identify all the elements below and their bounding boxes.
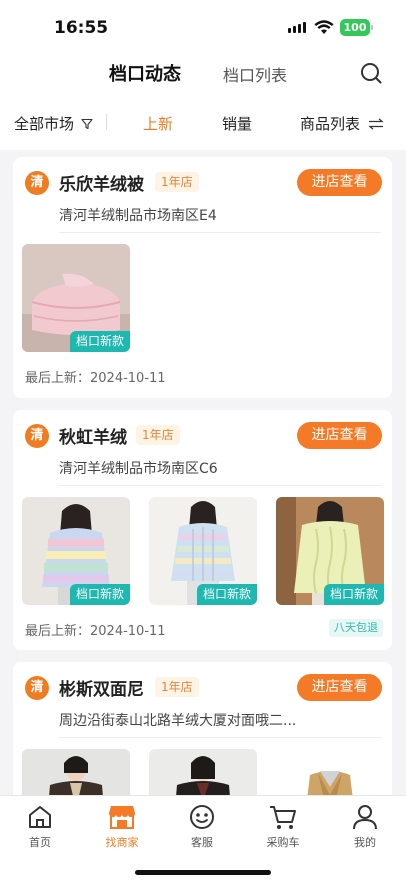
search-icon[interactable] [359, 61, 383, 85]
wifi-icon [314, 20, 334, 34]
years-tag: 1年店 [155, 172, 199, 192]
nav-home[interactable]: 首页 [10, 804, 70, 850]
product-list-label: 商品列表 [300, 115, 361, 133]
enter-shop-button[interactable]: 进店查看 [297, 422, 382, 449]
status-bar: 16:55 100 [0, 0, 406, 54]
tab-stall-list[interactable]: 档口列表 [223, 62, 287, 86]
profile-icon [353, 805, 377, 830]
nav-customer-service[interactable]: 客服 [172, 804, 232, 850]
tab-stall-updates[interactable]: 档口动态 [109, 60, 181, 86]
nav-profile[interactable]: 我的 [335, 804, 395, 850]
new-arrival-tag: 档口新款 [69, 331, 130, 352]
enter-shop-button[interactable]: 进店查看 [297, 169, 382, 196]
shop-name: 彬斯双面尼 [59, 680, 144, 700]
product-list-toggle[interactable]: 商品列表 [300, 113, 384, 134]
nav-label: 客服 [191, 836, 213, 849]
filter-bar: 全部市场 上新 销量 商品列表 [0, 94, 406, 150]
nav-label: 采购车 [266, 836, 300, 849]
top-header: 档口动态 档口列表 [0, 54, 406, 94]
nav-find-merchants[interactable]: 找商家 [92, 804, 152, 850]
nav-label: 我的 [354, 836, 376, 849]
nav-label: 找商家 [105, 836, 139, 849]
last-update-text: 最后上新：2024-10-11 [25, 624, 166, 639]
market-filter[interactable]: 全部市场 [14, 113, 93, 134]
return-policy-badge: 八天包退 [329, 619, 383, 637]
shop-badge: 清 [25, 676, 49, 700]
product-thumbnail[interactable]: 档口新款 [22, 244, 130, 352]
product-thumbnail[interactable]: 档口新款 [276, 497, 384, 605]
new-arrival-tag: 档口新款 [69, 584, 130, 605]
nav-label: 首页 [29, 836, 51, 849]
nav-purchase-cart[interactable]: 采购车 [253, 804, 313, 850]
card-divider [59, 485, 381, 486]
shop-badge: 清 [25, 171, 49, 195]
sort-sales-tab[interactable]: 销量 [222, 113, 252, 134]
card-divider [59, 737, 381, 738]
new-arrival-tag: 档口新款 [323, 584, 384, 605]
cellular-signal-icon [288, 22, 306, 33]
shop-address: 清河羊绒制品市场南区C6 [59, 461, 218, 477]
shop-address: 周边沿街泰山北路羊绒大厦对面哦二... [59, 713, 297, 729]
market-filter-label: 全部市场 [14, 115, 75, 133]
sort-new-tab[interactable]: 上新 [143, 113, 173, 134]
years-tag: 1年店 [155, 677, 199, 697]
shop-name: 乐欣羊绒被 [59, 175, 144, 195]
shop-badge: 清 [25, 424, 49, 448]
service-icon [190, 805, 214, 829]
battery-icon: 100 [340, 19, 373, 36]
shop-address: 清河羊绒制品市场南区E4 [59, 208, 217, 224]
store-icon [109, 806, 135, 829]
years-tag: 1年店 [136, 425, 180, 445]
filter-funnel-icon [81, 118, 93, 130]
last-update-text: 最后上新：2024-10-11 [25, 371, 166, 386]
card-divider [59, 232, 381, 233]
product-thumbnail[interactable]: 档口新款 [149, 497, 257, 605]
enter-shop-button[interactable]: 进店查看 [297, 674, 382, 701]
home-indicator [135, 870, 271, 875]
shop-card[interactable]: 清 秋虹羊绒 1年店 进店查看 清河羊绒制品市场南区C6 档口新款 档口新款 档… [13, 410, 392, 650]
shop-name: 秋虹羊绒 [59, 428, 127, 448]
filter-divider [106, 114, 107, 130]
cart-icon [270, 806, 296, 829]
new-arrival-tag: 档口新款 [196, 584, 257, 605]
product-thumbnail[interactable]: 档口新款 [22, 497, 130, 605]
status-time: 16:55 [54, 18, 109, 38]
shop-card[interactable]: 清 乐欣羊绒被 1年店 进店查看 清河羊绒制品市场南区E4 档口新款 最后上新：… [13, 157, 392, 398]
switch-arrows-icon [368, 118, 384, 130]
home-icon [29, 806, 51, 828]
shop-card[interactable]: 清 彬斯双面尼 1年店 进店查看 周边沿街泰山北路羊绒大厦对面哦二... [13, 662, 392, 812]
